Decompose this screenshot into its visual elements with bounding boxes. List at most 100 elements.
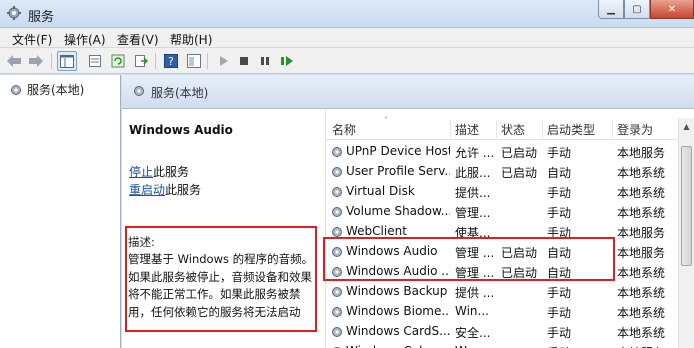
service-startup-type: 手动 [547, 206, 572, 220]
service-status: 已启动 [501, 166, 538, 180]
toolbar-separator [155, 53, 156, 69]
description-text: 管理基于 Windows 的程序的音频。如果此服务被停止，音频设备和效果将不能正… [128, 252, 314, 319]
service-logon-as: 本地系统 [617, 326, 666, 340]
tree-item-label: 服务(本地) [27, 83, 85, 97]
mmc-icon [187, 54, 201, 68]
scroll-up-arrow[interactable]: ▲ [679, 118, 694, 134]
forward-arrow-icon [29, 55, 43, 67]
service-gear-icon [330, 285, 344, 302]
maximize-icon: ▢ [632, 3, 642, 15]
column-status[interactable]: 状态 [501, 121, 525, 138]
service-name: UPnP Device Host [346, 144, 450, 158]
help-button[interactable]: ? [161, 51, 181, 71]
column-separator[interactable] [496, 120, 497, 138]
svg-text:?: ? [168, 55, 174, 68]
column-separator[interactable] [542, 120, 543, 138]
properties-icon [89, 55, 101, 67]
restart-service-button[interactable] [277, 51, 297, 71]
selected-service-name: Windows Audio [129, 123, 233, 137]
mmc-button[interactable] [184, 51, 204, 71]
service-logon-as: 本地服务 [617, 226, 666, 240]
service-gear-icon [330, 165, 344, 182]
column-separator[interactable] [450, 120, 451, 138]
pause-service-button[interactable] [255, 51, 275, 71]
pane-title: 服务(本地) [151, 86, 209, 100]
service-logon-as: 本地系统 [617, 286, 666, 300]
description-label: 描述: [128, 235, 155, 249]
service-row[interactable]: UPnP Device Host 允许 ... 已启动 手动 本地服务 [326, 142, 694, 162]
service-name: Windows Biome... [346, 304, 450, 318]
service-description: 提供 ... [455, 286, 495, 300]
export-list-button[interactable] [131, 51, 151, 71]
back-arrow-icon [7, 55, 21, 67]
service-startup-type: 自动 [547, 166, 572, 180]
restart-service-link[interactable]: 重启动 [129, 183, 165, 197]
start-service-button[interactable] [213, 51, 233, 71]
service-row[interactable]: Windows Color ... Wcs... 手动本地服务 [326, 342, 694, 348]
service-status: 已启动 [501, 146, 538, 160]
column-separator[interactable] [612, 120, 613, 138]
close-button[interactable]: ✕ [650, 0, 694, 19]
refresh-icon [111, 54, 125, 68]
column-logon-as[interactable]: 登录为 [617, 121, 653, 138]
service-name: Windows CardS... [346, 324, 450, 338]
service-startup-type: 手动 [547, 186, 572, 200]
service-description: 此服... [455, 166, 491, 180]
forward-button[interactable] [26, 51, 46, 71]
stop-service-link[interactable]: 停止 [129, 165, 153, 179]
stop-service-action: 停止此服务 [129, 163, 189, 180]
menu-action[interactable]: 操作(A) [64, 31, 106, 48]
column-startup-type[interactable]: 启动类型 [547, 121, 595, 138]
menu-help[interactable]: 帮助(H) [170, 31, 212, 48]
minimize-button[interactable]: ▁ [598, 0, 624, 19]
console-tree-icon [60, 54, 74, 68]
column-headers: ˄ 名称 描述 状态 启动类型 登录为 [326, 116, 694, 140]
service-logon-as: 本地服务 [617, 246, 666, 260]
service-name: Volume Shadow... [346, 204, 450, 218]
column-name[interactable]: 名称 [332, 121, 356, 138]
scroll-up-icon: ▲ [683, 121, 690, 131]
restart-service-suffix: 此服务 [165, 183, 202, 197]
service-row[interactable]: Virtual Disk 提供... 手动 本地系统 [326, 182, 694, 202]
back-button[interactable] [4, 51, 24, 71]
service-row[interactable]: Windows Backup 提供 ... 手动 本地系统 [326, 282, 694, 302]
service-row[interactable]: Windows Biome... Win... 手动 本地系统 [326, 302, 694, 322]
maximize-button[interactable]: ▢ [624, 0, 650, 19]
refresh-button[interactable] [108, 51, 128, 71]
scrollbar-thumb[interactable] [681, 146, 692, 266]
service-logon-as: 本地系统 [617, 206, 666, 220]
service-gear-icon [330, 145, 344, 162]
service-row[interactable]: Windows CardS... 安全... 手动 本地系统 [326, 322, 694, 342]
service-row[interactable]: Volume Shadow... 管理... 手动 本地系统 [326, 202, 694, 222]
stop-service-button[interactable] [234, 51, 254, 71]
menu-file[interactable]: 文件(F) [12, 31, 52, 48]
restart-service-action: 重启动此服务 [129, 181, 201, 198]
service-gear-icon [330, 305, 344, 322]
service-startup-type: 手动 [547, 344, 613, 348]
gear-icon [11, 84, 21, 95]
properties-button[interactable] [85, 51, 105, 71]
windows-audio-highlight-box [323, 237, 615, 281]
vertical-scrollbar[interactable]: ▲ [678, 118, 694, 348]
toolbar-separator [51, 53, 52, 69]
window-controls: ▁ ▢ ✕ [598, 0, 694, 20]
title-bar: 服务 ▁ ▢ ✕ [0, 0, 694, 28]
service-description: 管理... [455, 206, 491, 220]
show-hide-console-tree-button[interactable] [57, 51, 77, 71]
service-gear-icon [330, 205, 344, 222]
sort-ascending-icon: ˄ [384, 116, 388, 125]
service-row[interactable]: User Profile Serv... 此服... 已启动 自动 本地系统 [326, 162, 694, 182]
export-icon [135, 55, 148, 67]
services-app-icon [7, 6, 21, 20]
console-tree: 服务(本地) [0, 75, 121, 348]
menu-view[interactable]: 查看(V) [117, 31, 159, 48]
column-description[interactable]: 描述 [455, 121, 479, 138]
service-startup-type: 手动 [547, 146, 572, 160]
pause-icon [261, 57, 269, 65]
service-startup-type: 手动 [547, 326, 572, 340]
service-logon-as: 本地服务 [617, 146, 666, 160]
help-icon: ? [164, 54, 178, 68]
tree-item-services-local[interactable]: 服务(本地) [6, 80, 87, 99]
service-name: Windows Color ... [346, 344, 450, 348]
service-name: WebClient [346, 224, 407, 238]
